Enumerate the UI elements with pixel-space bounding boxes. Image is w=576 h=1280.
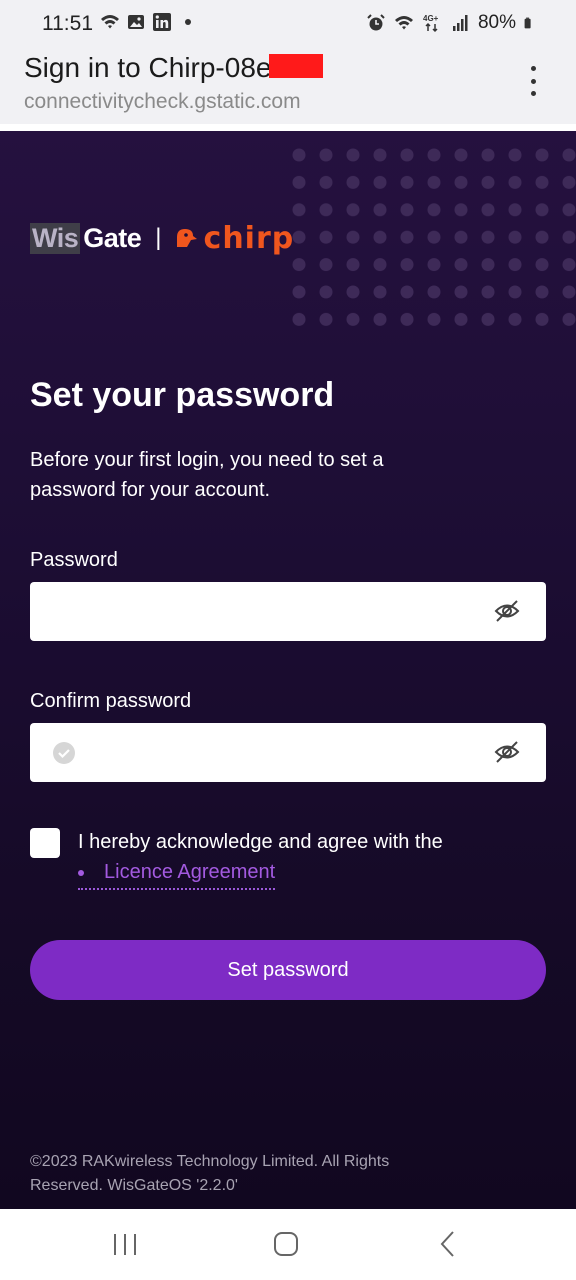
status-time: 11:51 bbox=[42, 12, 93, 35]
page-subtitle: Before your first login, you need to set… bbox=[30, 449, 384, 501]
linkedin-icon bbox=[153, 13, 171, 31]
password-label: Password bbox=[30, 549, 118, 571]
svg-text:4G+: 4G+ bbox=[423, 14, 439, 23]
logo-separator: | bbox=[155, 224, 162, 251]
header-divider bbox=[0, 124, 576, 131]
login-page: Wis Gate | chirp Set your password Befor… bbox=[0, 131, 576, 1209]
set-password-button[interactable]: Set password bbox=[30, 940, 546, 1000]
licence-agreement-link[interactable]: Licence Agreement bbox=[78, 861, 276, 890]
status-bar: 11:51 4G+ 80% bbox=[0, 0, 576, 48]
confirm-password-field[interactable] bbox=[30, 723, 546, 782]
eye-off-icon[interactable] bbox=[494, 740, 520, 764]
agreement-checkbox[interactable] bbox=[30, 828, 60, 858]
bullet-icon bbox=[78, 869, 84, 876]
battery-percent: 80% bbox=[477, 12, 516, 33]
recents-icon[interactable] bbox=[112, 1229, 138, 1259]
chirp-bird-icon bbox=[176, 229, 197, 247]
browser-url: connectivitycheck.gstatic.com bbox=[24, 90, 301, 113]
password-field[interactable] bbox=[30, 582, 546, 641]
browser-title-text: Sign in to Chirp-08e bbox=[24, 52, 272, 83]
redaction-box bbox=[269, 54, 324, 78]
footer-copyright: ©2023 RAKwireless Technology Limited. Al… bbox=[30, 1153, 390, 1194]
confirm-password-label: Confirm password bbox=[30, 690, 192, 712]
android-nav-bar bbox=[0, 1209, 576, 1280]
image-icon bbox=[128, 15, 144, 29]
licence-agreement-label[interactable]: Licence Agreement bbox=[104, 861, 275, 883]
chirp-logo-text: chirp bbox=[203, 220, 295, 256]
browser-title: Sign in to Chirp-08e bbox=[24, 52, 324, 84]
decorative-dot-grid bbox=[292, 148, 576, 334]
signal-icon bbox=[452, 15, 468, 31]
password-input[interactable] bbox=[30, 582, 470, 641]
status-right: 4G+ 80% bbox=[366, 12, 536, 34]
wifi-icon bbox=[394, 16, 413, 30]
eye-off-icon[interactable] bbox=[494, 599, 520, 623]
alarm-icon bbox=[367, 14, 385, 31]
battery-icon bbox=[524, 17, 531, 29]
wifi-icon bbox=[101, 15, 119, 29]
agreement-text: I hereby acknowledge and agree with the bbox=[78, 831, 443, 853]
brand-logos: Wis Gate | chirp bbox=[30, 221, 295, 256]
page-title: Set your password bbox=[30, 376, 335, 414]
status-left-icons bbox=[100, 12, 198, 32]
wisgate-logo-wis: Wis bbox=[30, 222, 81, 254]
4g-icon: 4G+ bbox=[423, 14, 439, 33]
chirp-logo: chirp bbox=[174, 221, 295, 256]
dot-icon bbox=[185, 19, 191, 25]
home-icon[interactable] bbox=[272, 1229, 300, 1259]
confirm-password-input[interactable] bbox=[70, 723, 470, 782]
wisgate-logo-gate: Gate bbox=[83, 222, 142, 253]
back-icon[interactable] bbox=[436, 1229, 460, 1259]
more-vert-icon[interactable] bbox=[526, 66, 540, 96]
browser-header: Sign in to Chirp-08e connectivitycheck.g… bbox=[0, 48, 576, 124]
